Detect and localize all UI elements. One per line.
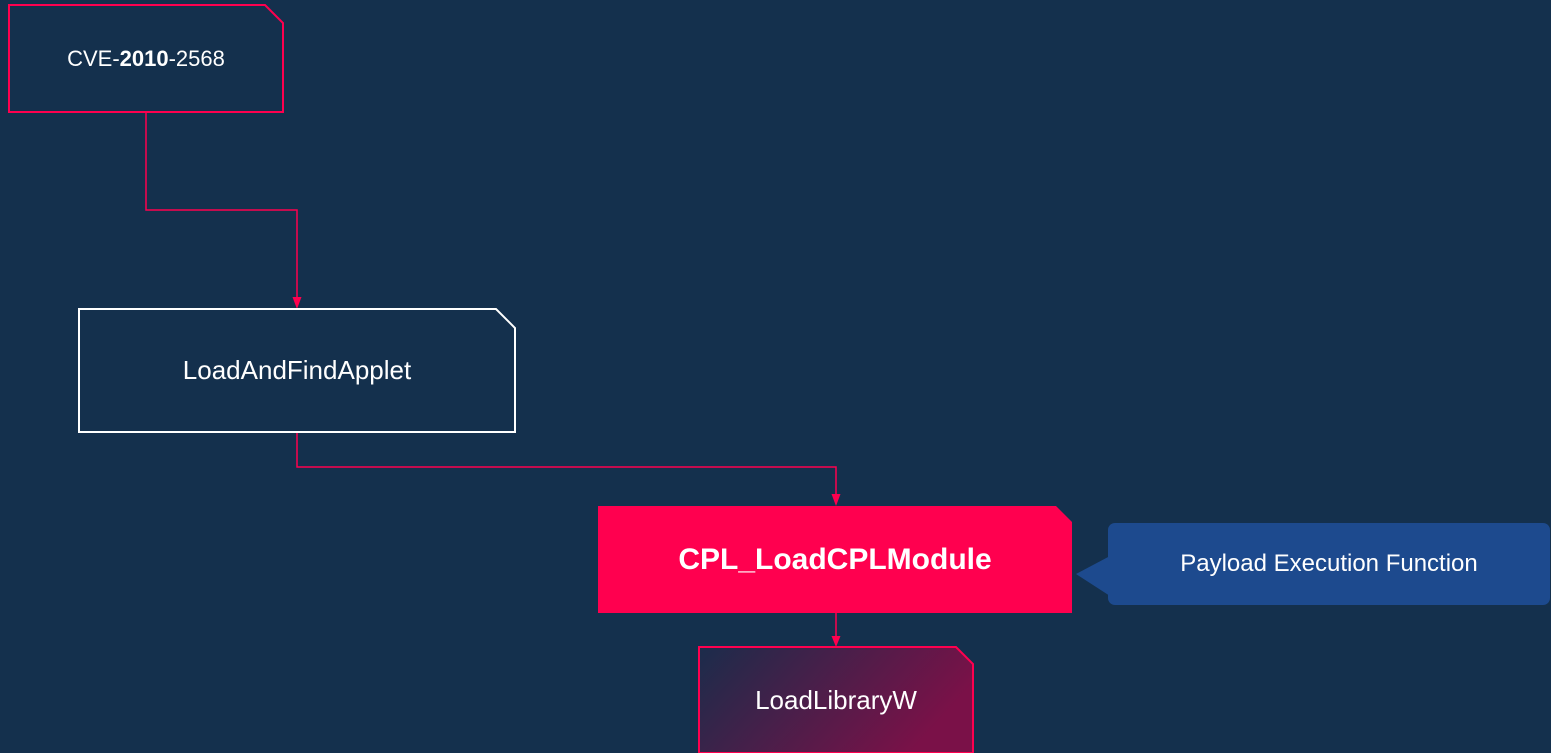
- diagram-canvas: CVE- 2010 -2568 LoadAndFindApplet CPL_Load…: [0, 0, 1551, 753]
- arrowhead-loadandfindapplet: [292, 297, 302, 309]
- callout-pointer: [1076, 556, 1110, 596]
- cve-year: 2010: [119, 45, 169, 71]
- arrowhead-loadlibraryw: [831, 636, 841, 647]
- cve-suffix: -2568: [168, 45, 225, 71]
- connector-loadandfindapplet-to-cplloadcplmodule: [296, 432, 837, 497]
- cve-prefix: CVE-: [67, 45, 120, 71]
- loadlibraryw-node-label: LoadLibraryW: [755, 684, 917, 715]
- loadandfindapplet-node-label: LoadAndFindApplet: [182, 355, 412, 385]
- cplloadcplmodule-node-label: CPL_LoadCPLModule: [678, 542, 992, 576]
- connector-cve-to-loadandfindapplet: [145, 112, 298, 300]
- arrowhead-cplloadcplmodule: [831, 494, 841, 506]
- callout-label: Payload Execution Function: [1180, 550, 1478, 577]
- cve-node-label: CVE- 2010 -2568: [9, 5, 283, 112]
